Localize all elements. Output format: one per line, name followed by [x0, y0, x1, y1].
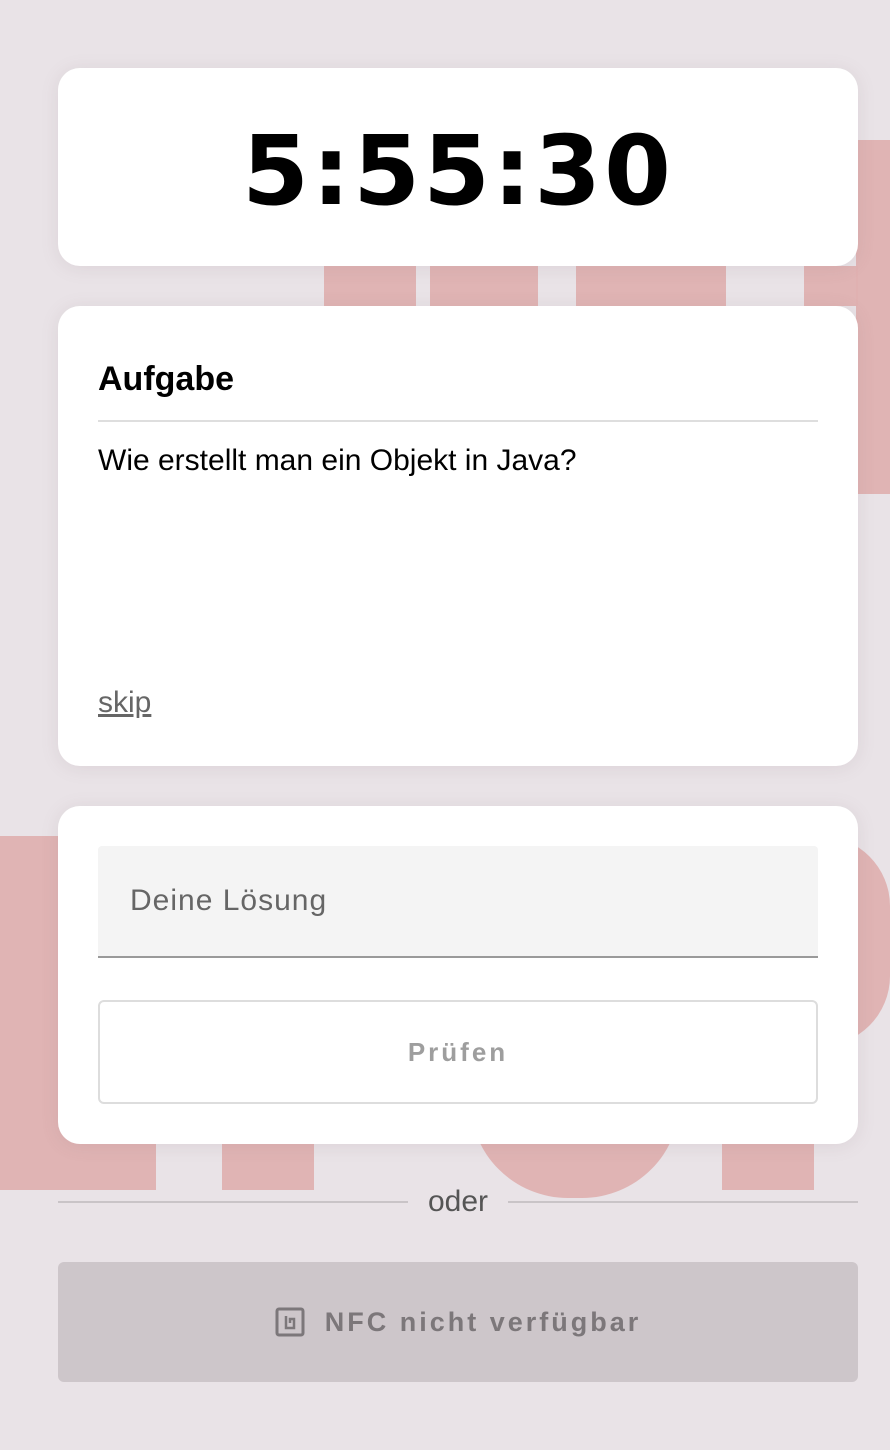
nfc-label: NFC nicht verfügbar	[324, 1306, 642, 1337]
or-divider: oder	[58, 1182, 859, 1222]
timer-card: 5:55:30	[58, 68, 858, 266]
check-button[interactable]: Prüfen	[98, 1000, 818, 1104]
answer-input[interactable]	[98, 846, 818, 956]
divider-line-right	[508, 1201, 859, 1203]
answer-field	[98, 846, 818, 958]
divider-line-left	[58, 1201, 408, 1203]
task-divider	[98, 420, 818, 422]
countdown-timer: 5:55:30	[242, 115, 674, 227]
answer-card: Prüfen	[58, 806, 858, 1144]
task-card: Aufgabe Wie erstellt man ein Objekt in J…	[58, 306, 858, 766]
nfc-icon	[275, 1307, 305, 1337]
task-question: Wie erstellt man ein Objekt in Java?	[98, 444, 577, 477]
skip-link[interactable]: skip	[98, 686, 151, 720]
nfc-button[interactable]: NFC nicht verfügbar	[58, 1262, 858, 1382]
or-label: oder	[427, 1185, 489, 1218]
task-heading: Aufgabe	[98, 360, 234, 398]
